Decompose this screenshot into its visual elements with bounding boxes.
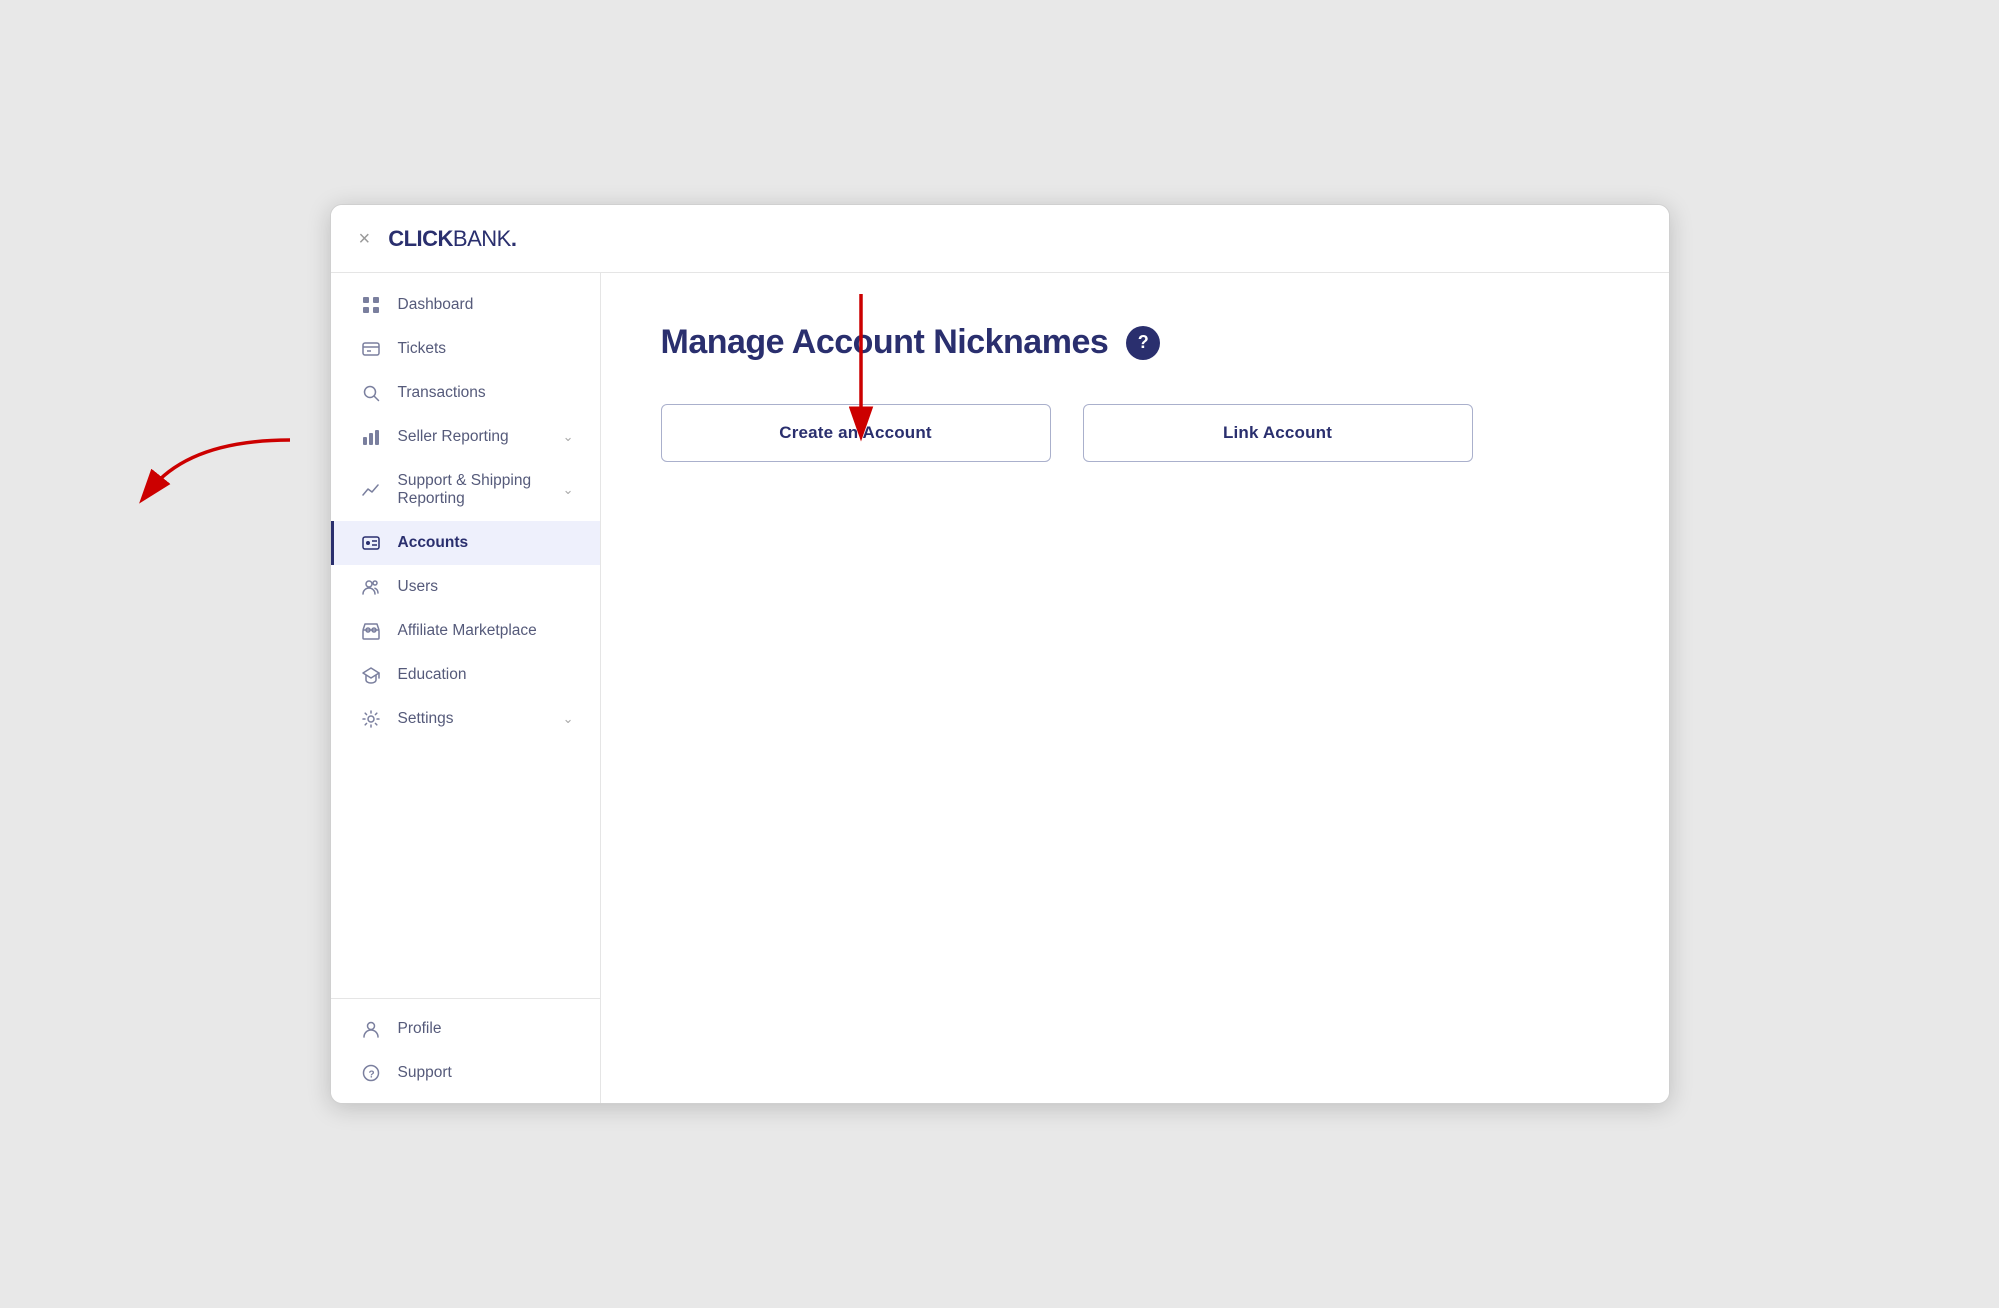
create-account-button[interactable]: Create an Account [661,404,1051,462]
sidebar-item-users[interactable]: Users [331,565,600,609]
sidebar-label-users: Users [398,578,438,596]
users-icon [360,578,382,596]
grid-icon [360,296,382,314]
trend-icon [360,481,382,499]
chevron-down-icon-3: ⌄ [563,711,574,727]
logo-bank: BANK [453,226,511,252]
sidebar-label-support: Support [398,1064,452,1082]
page-title: Manage Account Nicknames [661,323,1109,362]
sidebar-item-support[interactable]: ? Support [331,1051,600,1095]
sidebar-item-transactions[interactable]: Transactions [331,371,600,415]
sidebar-item-seller-reporting[interactable]: Seller Reporting ⌄ [331,415,600,459]
ticket-icon [360,340,382,358]
sidebar-label-accounts: Accounts [398,534,469,552]
chevron-down-icon-2: ⌄ [563,482,574,498]
sidebar-label-tickets: Tickets [398,340,447,358]
bar-chart-icon [360,428,382,446]
help-circle-icon: ? [360,1064,382,1082]
sidebar-label-settings: Settings [398,710,454,728]
logo-dot: . [511,226,517,252]
action-area: Create an Account Link Account [661,404,1473,462]
store-icon [360,622,382,640]
sidebar: Dashboard Tickets [331,273,601,1103]
person-icon [360,1020,382,1038]
sidebar-label-seller-reporting: Seller Reporting [398,428,509,446]
sidebar-item-tickets[interactable]: Tickets [331,327,600,371]
app-window: × CLICKBANK. Dashboa [330,204,1670,1104]
sidebar-label-profile: Profile [398,1020,442,1038]
sidebar-item-settings[interactable]: Settings ⌄ [331,697,600,741]
graduation-icon [360,666,382,684]
id-card-icon [360,534,382,552]
sidebar-label-transactions: Transactions [398,384,486,402]
page-header: Manage Account Nicknames ? [661,323,1609,362]
sidebar-label-dashboard: Dashboard [398,296,474,314]
chevron-down-icon: ⌄ [563,429,574,445]
close-button[interactable]: × [359,229,371,249]
sidebar-item-affiliate-marketplace[interactable]: Affiliate Marketplace [331,609,600,653]
page-area: Manage Account Nicknames ? Create an Acc… [601,273,1669,1103]
title-bar: × CLICKBANK. [331,205,1669,273]
sidebar-label-affiliate-marketplace: Affiliate Marketplace [398,622,537,640]
gear-icon [360,710,382,728]
sidebar-label-support-shipping: Support & Shipping Reporting [398,472,563,508]
svg-text:?: ? [368,1070,374,1081]
sidebar-item-education[interactable]: Education [331,653,600,697]
sidebar-nav: Dashboard Tickets [331,273,600,998]
help-icon-button[interactable]: ? [1126,326,1160,360]
search-icon [360,384,382,402]
logo: CLICKBANK. [388,226,516,252]
action-buttons: Create an Account Link Account [661,404,1473,462]
link-account-button[interactable]: Link Account [1083,404,1473,462]
sidebar-item-dashboard[interactable]: Dashboard [331,283,600,327]
sidebar-bottom: Profile ? Support [331,998,600,1103]
sidebar-item-accounts[interactable]: Accounts [331,521,600,565]
sidebar-item-support-shipping[interactable]: Support & Shipping Reporting ⌄ [331,459,600,521]
logo-click: CLICK [388,226,453,252]
main-content: Dashboard Tickets [331,273,1669,1103]
sidebar-item-profile[interactable]: Profile [331,1007,600,1051]
sidebar-label-education: Education [398,666,467,684]
